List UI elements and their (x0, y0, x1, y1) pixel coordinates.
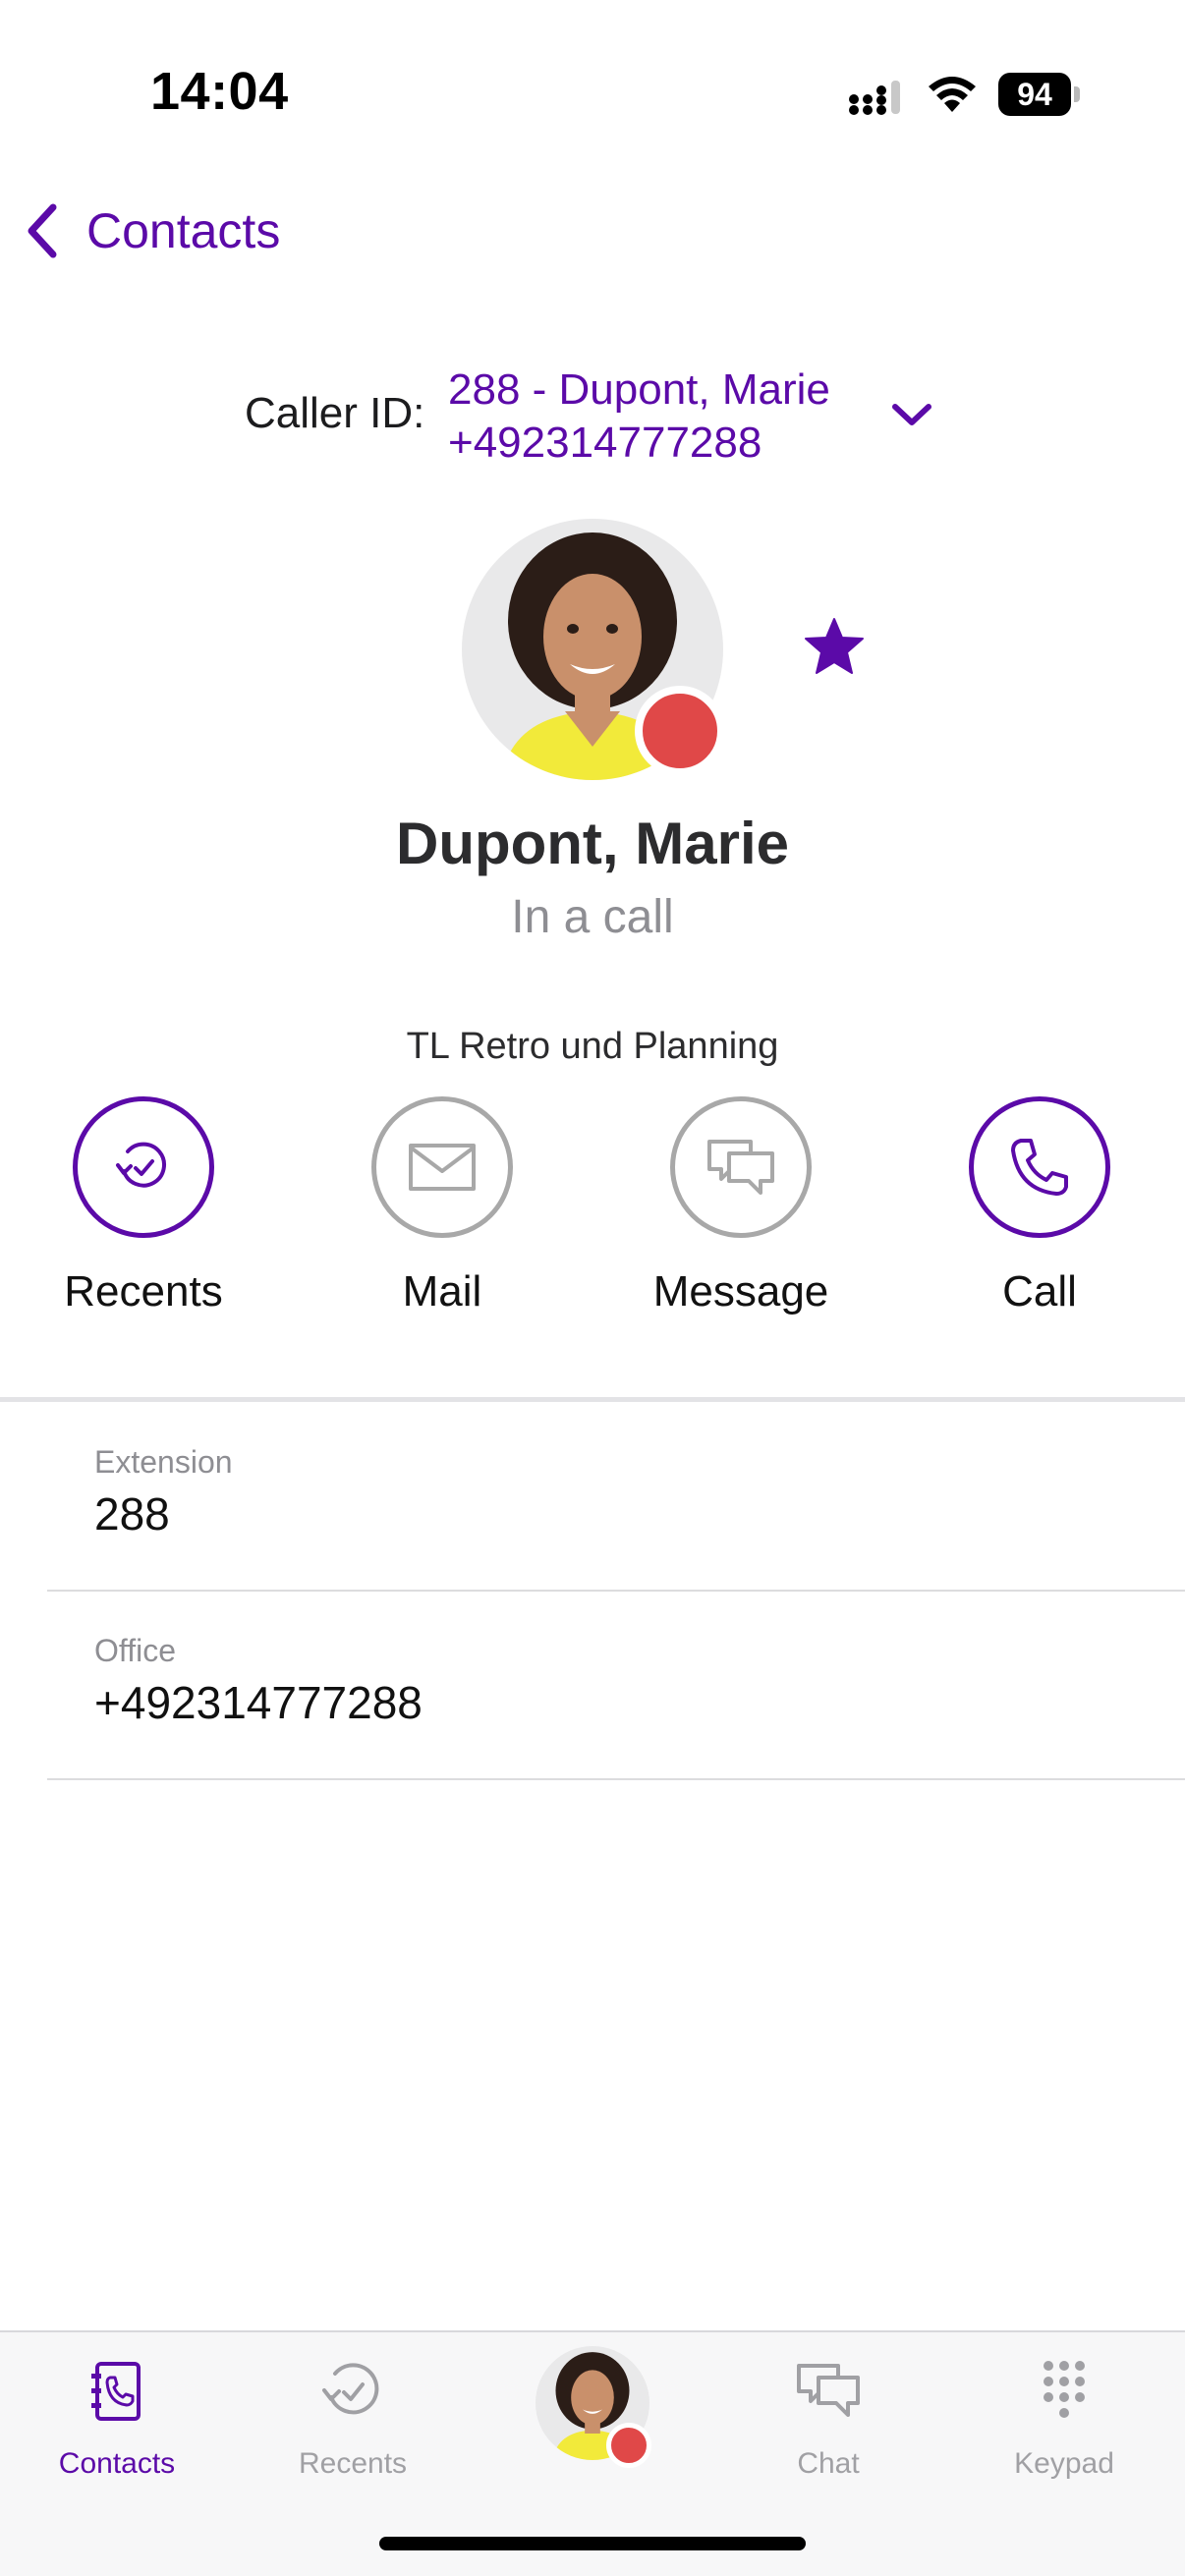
message-action-circle (670, 1096, 812, 1238)
message-action-label: Message (652, 1267, 829, 1316)
cellular-signal-icon (849, 81, 900, 115)
contact-status: In a call (511, 891, 674, 943)
tab-profile-avatar[interactable] (536, 2346, 651, 2468)
extension-value: 288 (94, 1488, 170, 1540)
presence-busy-indicator (635, 686, 725, 776)
recents-action-label: Recents (64, 1267, 223, 1316)
tab-contacts-label: Contacts (58, 2447, 176, 2480)
chevron-down-icon[interactable] (889, 401, 934, 430)
recents-action-circle (73, 1096, 214, 1238)
wifi-icon (929, 77, 976, 112)
section-divider (0, 1397, 1185, 1402)
mail-action-label: Mail (402, 1267, 482, 1316)
status-bar: 14:04 94 (0, 0, 1185, 187)
caller-id-selector[interactable]: Caller ID: 288 - Dupont, Marie +49231477… (0, 364, 1185, 472)
tab-recents-label: Recents (298, 2447, 408, 2480)
battery-level: 94 (998, 73, 1071, 116)
extension-field[interactable]: Extension 288 (47, 1403, 1185, 1592)
message-icon (707, 1140, 774, 1195)
back-button-label: Contacts (86, 203, 281, 258)
mail-action-circle (371, 1096, 513, 1238)
chat-icon (797, 2364, 860, 2417)
call-action-label: Call (1002, 1267, 1077, 1316)
call-action[interactable]: Call (931, 1096, 1148, 1316)
office-value: +492314777288 (94, 1677, 423, 1728)
contact-avatar (462, 519, 725, 780)
tab-chat[interactable]: Chat (730, 2356, 927, 2481)
tab-keypad-label: Keypad (1014, 2447, 1114, 2480)
call-action-circle (969, 1096, 1110, 1238)
recents-action[interactable]: Recents (35, 1096, 252, 1316)
recents-icon (322, 2363, 379, 2415)
contact-note: TL Retro und Planning (406, 1026, 779, 1067)
mail-icon (409, 1144, 476, 1191)
presence-busy-indicator (606, 2423, 651, 2468)
caller-id-line2: +492314777288 (448, 419, 762, 467)
favorite-star-icon[interactable] (804, 617, 865, 676)
status-time: 14:04 (150, 62, 289, 121)
caller-id-value: 288 - Dupont, Marie +492314777288 (448, 364, 830, 470)
tab-keypad[interactable]: Keypad (966, 2356, 1162, 2481)
tab-chat-label: Chat (797, 2447, 860, 2480)
phone-icon (1011, 1139, 1068, 1196)
chevron-left-icon (28, 203, 57, 258)
recents-icon (116, 1142, 166, 1188)
caller-id-label: Caller ID: (245, 389, 425, 437)
home-indicator[interactable] (379, 2537, 806, 2550)
mail-action[interactable]: Mail (334, 1096, 550, 1316)
extension-label: Extension (94, 1444, 233, 1480)
contact-detail-screen: 14:04 94 Contacts Caller ID: 288 - Dupon… (0, 0, 1185, 2576)
tab-contacts[interactable]: Contacts (19, 2356, 215, 2481)
battery-icon: 94 (998, 73, 1080, 116)
office-field[interactable]: Office +492314777288 (47, 1592, 1185, 1780)
contacts-icon (91, 2362, 141, 2421)
back-button[interactable]: Contacts (22, 195, 280, 267)
caller-id-line1: 288 - Dupont, Marie (448, 365, 830, 414)
battery-tip (1074, 86, 1080, 102)
contact-name: Dupont, Marie (396, 811, 789, 876)
tab-recents[interactable]: Recents (254, 2356, 451, 2481)
keypad-icon (1044, 2361, 1085, 2418)
quick-actions: Recents Mail Message Call (0, 1096, 1185, 1332)
office-label: Office (94, 1633, 176, 1668)
message-action[interactable]: Message (633, 1096, 849, 1316)
